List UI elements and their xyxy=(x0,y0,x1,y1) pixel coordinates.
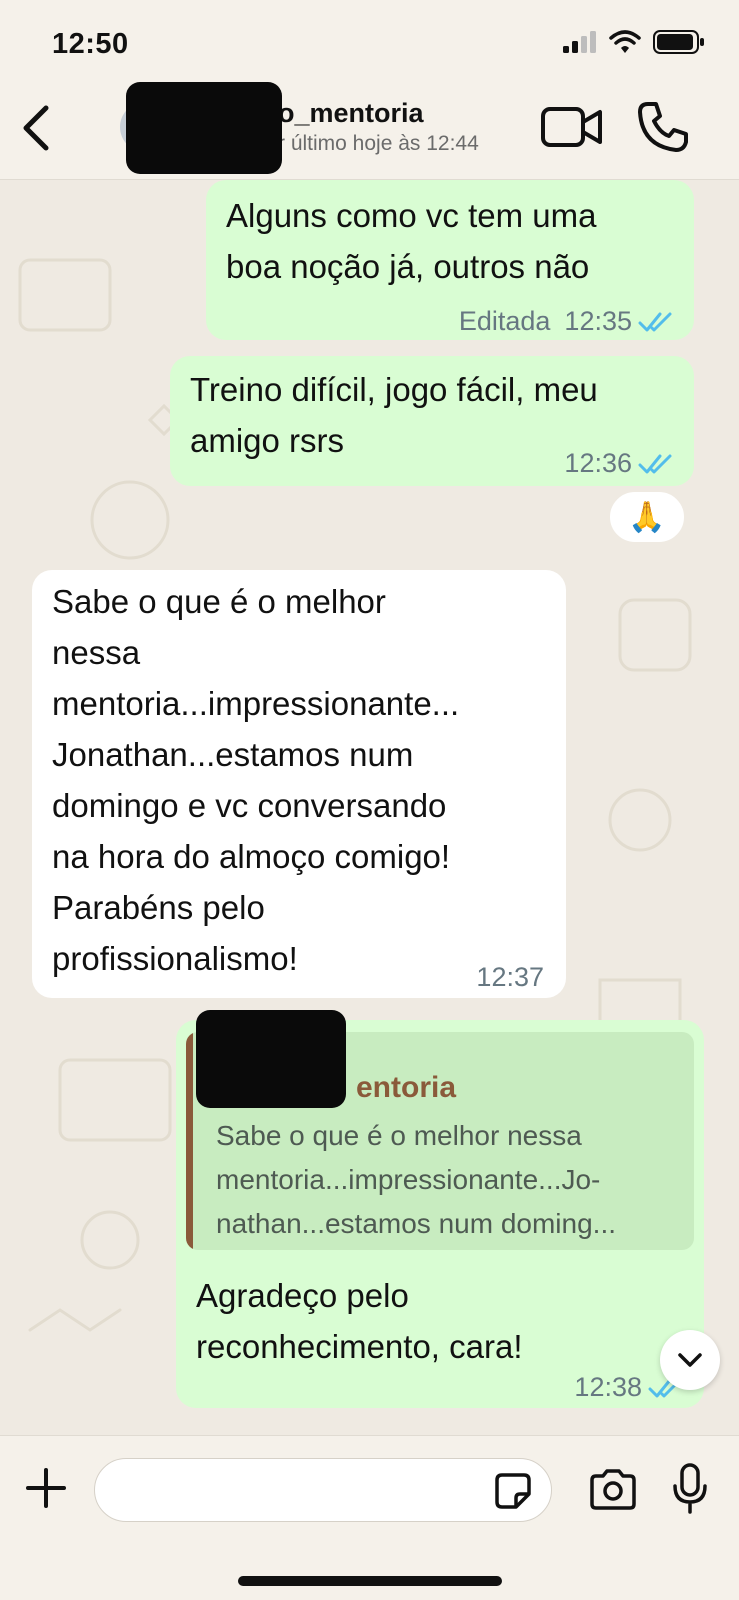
chat-area[interactable]: Alguns como vc tem uma boa noção já, out… xyxy=(0,180,739,1435)
double-check-icon xyxy=(638,454,672,473)
chevron-down-icon xyxy=(678,1353,702,1367)
last-seen-status: r último hoje às 12:44 xyxy=(278,132,479,155)
message-bubble-incoming[interactable]: Sabe o que é o melhor nessa mentoria...i… xyxy=(32,570,566,998)
scroll-down-button[interactable] xyxy=(660,1330,720,1390)
microphone-icon[interactable] xyxy=(670,1462,710,1516)
chat-header: o_mentoria r último hoje às 12:44 xyxy=(0,82,739,180)
message-time: 12:36 xyxy=(564,448,632,478)
home-indicator xyxy=(238,1576,502,1586)
message-input[interactable] xyxy=(94,1458,552,1522)
reaction-badge[interactable]: 🙏 xyxy=(608,490,686,544)
message-text: Agradeço pelo reconhecimento, cara! xyxy=(196,1277,523,1365)
message-time: 12:35 xyxy=(564,306,632,336)
message-bubble-outgoing[interactable]: Alguns como vc tem uma boa noção já, out… xyxy=(206,180,694,340)
back-chevron-icon[interactable] xyxy=(14,102,58,154)
input-bar xyxy=(0,1435,739,1600)
message-text: Alguns como vc tem uma boa noção já, out… xyxy=(226,197,597,285)
camera-icon[interactable] xyxy=(588,1468,638,1512)
plus-icon[interactable] xyxy=(24,1466,68,1510)
battery-icon xyxy=(653,30,704,54)
signal-icon xyxy=(563,31,596,53)
redaction-mark xyxy=(126,82,282,174)
message-time: 12:37 xyxy=(476,962,544,992)
message-time: 12:38 xyxy=(574,1372,642,1402)
wifi-icon xyxy=(609,30,641,53)
message-bubble-outgoing[interactable]: Treino difícil, jogo fácil, meu amigo rs… xyxy=(170,356,694,486)
contact-name[interactable]: o_mentoria xyxy=(278,98,424,129)
message-meta: 12:36 xyxy=(564,438,674,489)
redaction-mark xyxy=(196,1010,346,1108)
status-time: 12:50 xyxy=(52,28,129,60)
sticker-icon[interactable] xyxy=(494,1472,532,1510)
edited-label: Editada xyxy=(458,306,551,336)
quote-author: entoria xyxy=(356,1071,457,1104)
status-bar: 12:50 xyxy=(0,0,739,88)
status-icons xyxy=(563,30,705,54)
message-meta: 12:37 xyxy=(476,952,544,1003)
quote-text: Sabe o que é o melhor nessa mentoria...i… xyxy=(216,1120,616,1239)
message-meta: Editada 12:35 xyxy=(459,296,674,347)
video-call-icon[interactable] xyxy=(540,104,604,150)
reaction-emoji: 🙏 xyxy=(628,500,666,534)
phone-icon[interactable] xyxy=(636,100,690,154)
message-text: Sabe o que é o melhor nessa mentoria...i… xyxy=(52,583,460,977)
double-check-icon xyxy=(638,312,672,331)
quote-accent-bar xyxy=(186,1032,193,1250)
message-bubble-outgoing[interactable]: entoria Sabe o que é o melhor nessa ment… xyxy=(176,1010,704,1408)
